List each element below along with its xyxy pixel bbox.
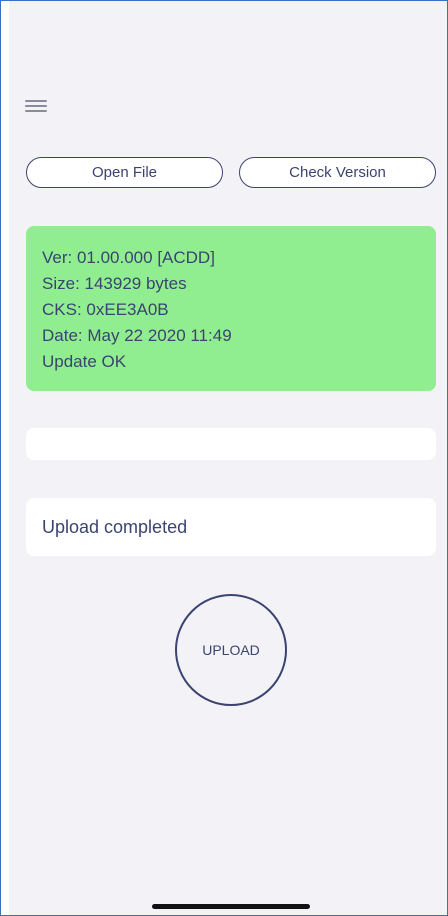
firmware-size: Size: 143929 bytes bbox=[42, 274, 187, 293]
check-version-label: Check Version bbox=[289, 164, 386, 181]
app-screen: Open File Check Version Ver: 01.00.000 [… bbox=[0, 0, 448, 916]
firmware-version: Ver: 01.00.000 [ACDD] bbox=[42, 248, 215, 267]
firmware-info-card: Ver: 01.00.000 [ACDD] Size: 143929 bytes… bbox=[26, 226, 436, 391]
menu-line bbox=[25, 105, 47, 107]
hamburger-menu-icon[interactable] bbox=[25, 99, 47, 113]
left-edge-strip bbox=[1, 1, 9, 915]
home-indicator bbox=[152, 904, 310, 909]
firmware-date: Date: May 22 2020 11:49 bbox=[42, 326, 232, 345]
firmware-checksum: CKS: 0xEE3A0B bbox=[42, 300, 169, 319]
check-version-button[interactable]: Check Version bbox=[239, 157, 436, 188]
upload-button-label: UPLOAD bbox=[202, 642, 260, 658]
update-status: Update OK bbox=[42, 352, 127, 371]
menu-line bbox=[25, 100, 47, 102]
menu-line bbox=[25, 110, 47, 112]
upload-status-card: Upload completed bbox=[26, 498, 436, 556]
upload-status-text: Upload completed bbox=[42, 516, 188, 537]
upload-button[interactable]: UPLOAD bbox=[175, 594, 287, 706]
open-file-label: Open File bbox=[91, 164, 158, 181]
open-file-button[interactable]: Open File bbox=[26, 157, 223, 188]
progress-bar bbox=[26, 428, 436, 460]
